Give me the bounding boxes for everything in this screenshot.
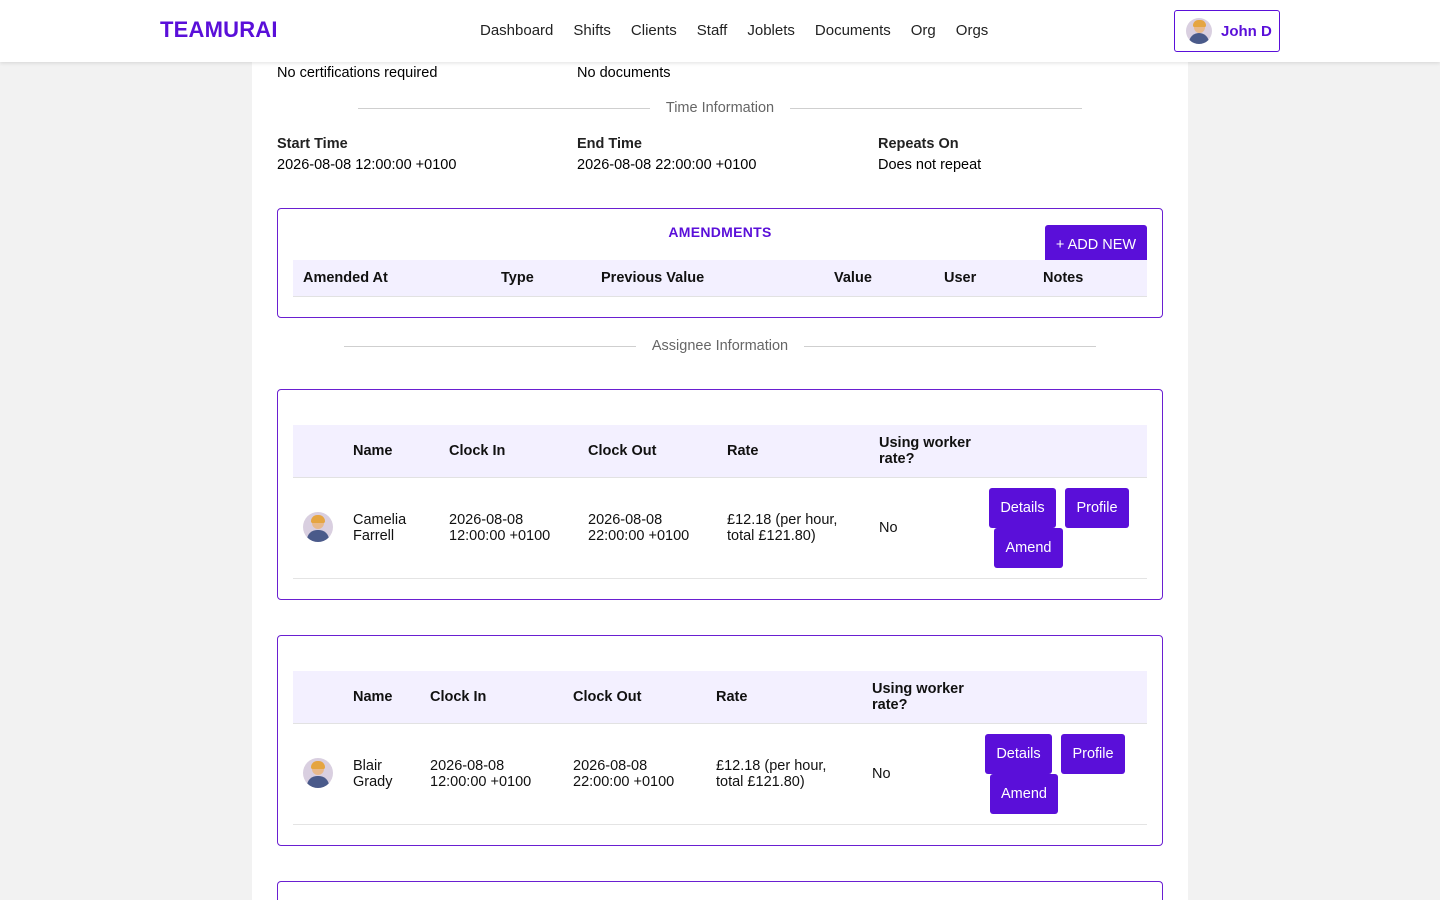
time-information-heading: Time Information [665, 100, 775, 116]
col-clock-in[interactable]: Clock In [430, 689, 486, 705]
col-rate[interactable]: Rate [716, 689, 747, 705]
amendments-title: AMENDMENTS [668, 224, 772, 240]
start-time-label: Start Time [277, 136, 348, 152]
user-avatar-icon [1186, 18, 1212, 44]
top-navbar: TEAMURAI Dashboard Shifts Clients Staff … [0, 0, 1440, 62]
shift-detail-card: No certifications required No documents … [252, 62, 1188, 900]
end-time-value: 2026-08-08 22:00:00 +0100 [577, 157, 757, 173]
row-divider [293, 578, 1147, 579]
assignee-clock-in: 2026-08-08 12:00:00 +0100 [449, 512, 551, 544]
repeats-on-label: Repeats On [878, 136, 959, 152]
profile-button[interactable]: Profile [1065, 488, 1129, 528]
assignee-panel: Name Clock In Clock Out Rate Using worke… [277, 635, 1163, 846]
main-nav: Dashboard Shifts Clients Staff Joblets D… [480, 22, 1008, 39]
assignee-clock-in: 2026-08-08 12:00:00 +0100 [430, 758, 532, 790]
col-name[interactable]: Name [353, 689, 393, 705]
col-clock-out[interactable]: Clock Out [588, 443, 656, 459]
assignee-rate: £12.18 (per hour, total £121.80) [716, 758, 827, 790]
nav-dashboard[interactable]: Dashboard [480, 22, 553, 39]
col-previous-value[interactable]: Previous Value [601, 270, 704, 286]
col-notes[interactable]: Notes [1043, 270, 1083, 286]
assignee-name[interactable]: Camelia Farrell [353, 512, 433, 544]
start-time-value: 2026-08-08 12:00:00 +0100 [277, 157, 457, 173]
assignee-information-divider: Assignee Information [344, 336, 1096, 356]
nav-org[interactable]: Org [911, 22, 936, 39]
nav-staff[interactable]: Staff [697, 22, 728, 39]
assignee-name[interactable]: Blair Grady [353, 758, 413, 790]
nav-joblets[interactable]: Joblets [747, 22, 795, 39]
assignee-panel: Name Clock In Clock Out Rate Using worke… [277, 389, 1163, 600]
col-amended-at[interactable]: Amended At [303, 270, 388, 286]
assignee-table-header: Name Clock In Clock Out Rate Using worke… [293, 671, 1147, 724]
col-user[interactable]: User [944, 270, 976, 286]
amend-button[interactable]: Amend [994, 528, 1063, 568]
add-amendment-button[interactable]: + ADD NEW [1045, 225, 1147, 265]
assignee-using-worker-rate: No [879, 520, 898, 536]
app-logo[interactable]: TEAMURAI [160, 17, 278, 43]
certifications-value: No certifications required [277, 65, 438, 81]
assignee-panel [277, 881, 1163, 900]
assignee-clock-out: 2026-08-08 22:00:00 +0100 [588, 512, 690, 544]
profile-button[interactable]: Profile [1061, 734, 1125, 774]
col-clock-in[interactable]: Clock In [449, 443, 505, 459]
amend-button[interactable]: Amend [990, 774, 1058, 814]
col-type[interactable]: Type [501, 270, 534, 286]
details-button[interactable]: Details [989, 488, 1056, 528]
nav-documents[interactable]: Documents [815, 22, 891, 39]
assignee-avatar-icon [303, 758, 333, 788]
documents-value: No documents [577, 65, 671, 81]
assignee-clock-out: 2026-08-08 22:00:00 +0100 [573, 758, 675, 790]
end-time-label: End Time [577, 136, 642, 152]
assignee-table-header: Name Clock In Clock Out Rate Using worke… [293, 425, 1147, 478]
assignee-rate: £12.18 (per hour, total £121.80) [727, 512, 838, 544]
assignee-using-worker-rate: No [872, 766, 891, 782]
user-menu-button[interactable]: John D [1174, 10, 1280, 52]
assignee-avatar-icon [303, 512, 333, 542]
col-clock-out[interactable]: Clock Out [573, 689, 641, 705]
nav-clients[interactable]: Clients [631, 22, 677, 39]
col-rate[interactable]: Rate [727, 443, 758, 459]
col-name[interactable]: Name [353, 443, 393, 459]
col-value[interactable]: Value [834, 270, 872, 286]
amendments-panel: AMENDMENTS + ADD NEW Amended At Type Pre… [277, 208, 1163, 318]
amendments-table-header: Amended At Type Previous Value Value Use… [293, 260, 1147, 297]
row-divider [293, 824, 1147, 825]
user-name: John D [1221, 22, 1272, 40]
nav-shifts[interactable]: Shifts [573, 22, 611, 39]
assignee-information-heading: Assignee Information [651, 338, 789, 354]
nav-orgs[interactable]: Orgs [956, 22, 989, 39]
details-button[interactable]: Details [985, 734, 1052, 774]
col-using-worker-rate[interactable]: Using worker rate? [872, 681, 972, 713]
repeats-on-value: Does not repeat [878, 157, 982, 173]
time-information-divider: Time Information [358, 98, 1082, 118]
col-using-worker-rate[interactable]: Using worker rate? [879, 435, 975, 467]
